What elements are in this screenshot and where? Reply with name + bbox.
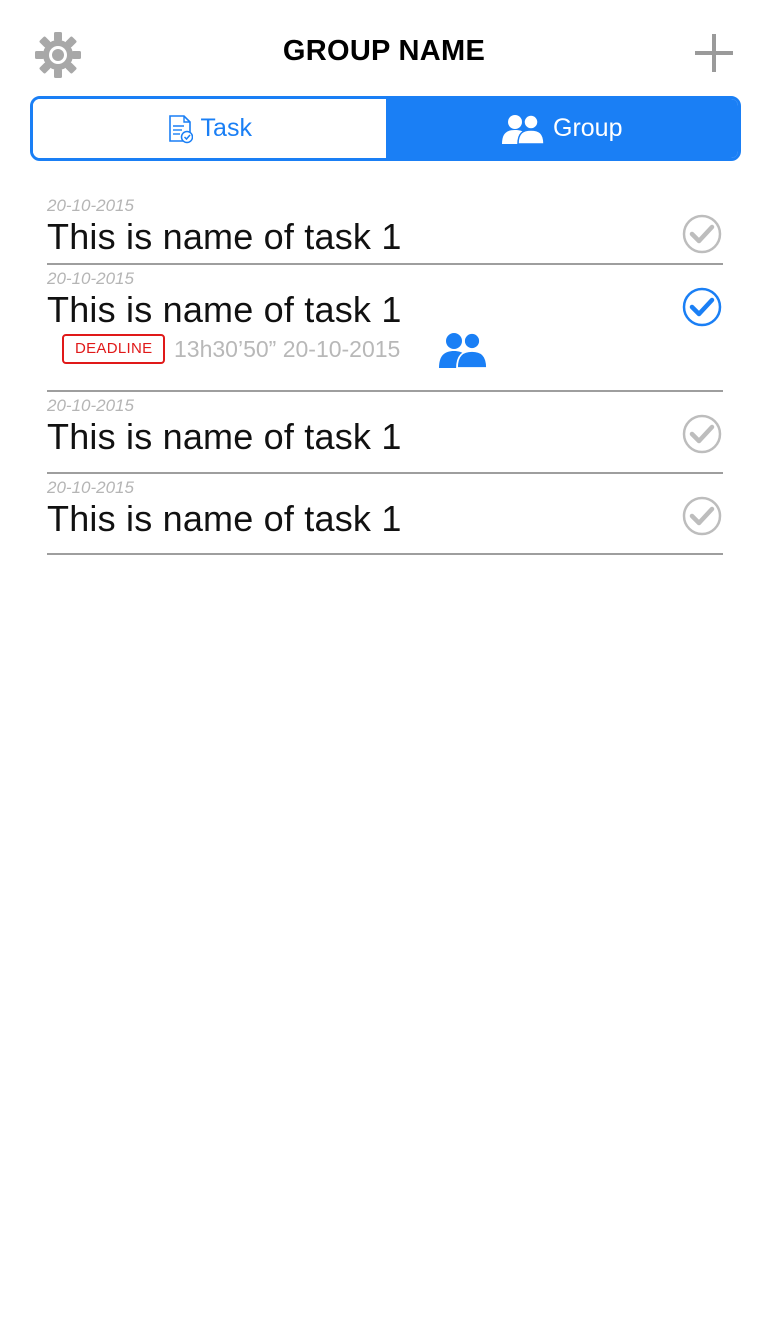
deadline-badge: DEADLINE — [62, 334, 166, 364]
task-date: 20-10-2015 — [47, 269, 134, 288]
task-date: 20-10-2015 — [47, 396, 134, 415]
tab-group[interactable]: Group — [385, 99, 738, 158]
tab-task-label: Task — [200, 114, 252, 142]
tab-group-label: Group — [553, 114, 623, 142]
group-users-icon — [501, 113, 545, 145]
list-item[interactable]: 20-10-2015 This is name of task 1 DEADLI… — [47, 265, 723, 392]
page-title: GROUP NAME — [282, 35, 486, 67]
check-circle-icon[interactable] — [682, 496, 722, 536]
task-document-icon — [167, 114, 193, 144]
task-name: This is name of task 1 — [47, 416, 402, 457]
app-header: GROUP NAME — [0, 0, 768, 98]
task-list: 20-10-2015 This is name of task 1 20-10-… — [47, 192, 723, 555]
check-circle-icon[interactable] — [682, 414, 722, 454]
task-name: This is name of task 1 — [47, 498, 402, 539]
task-meta: DEADLINE 13h30’50” 20-10-2015 — [47, 332, 723, 378]
plus-icon[interactable] — [692, 31, 736, 75]
check-circle-icon[interactable] — [682, 287, 722, 327]
task-name: This is name of task 1 — [47, 289, 402, 330]
group-users-icon — [437, 330, 489, 370]
tab-switcher: Task Group — [30, 96, 741, 161]
task-name: This is name of task 1 — [47, 216, 402, 257]
list-item[interactable]: 20-10-2015 This is name of task 1 — [47, 392, 723, 474]
list-item[interactable]: 20-10-2015 This is name of task 1 — [47, 192, 723, 265]
check-circle-icon[interactable] — [682, 214, 722, 254]
deadline-time: 13h30’50” 20-10-2015 — [174, 336, 401, 362]
tab-task[interactable]: Task — [33, 99, 386, 158]
list-item[interactable]: 20-10-2015 This is name of task 1 — [47, 474, 723, 555]
task-date: 20-10-2015 — [47, 196, 134, 215]
task-date: 20-10-2015 — [47, 478, 134, 497]
